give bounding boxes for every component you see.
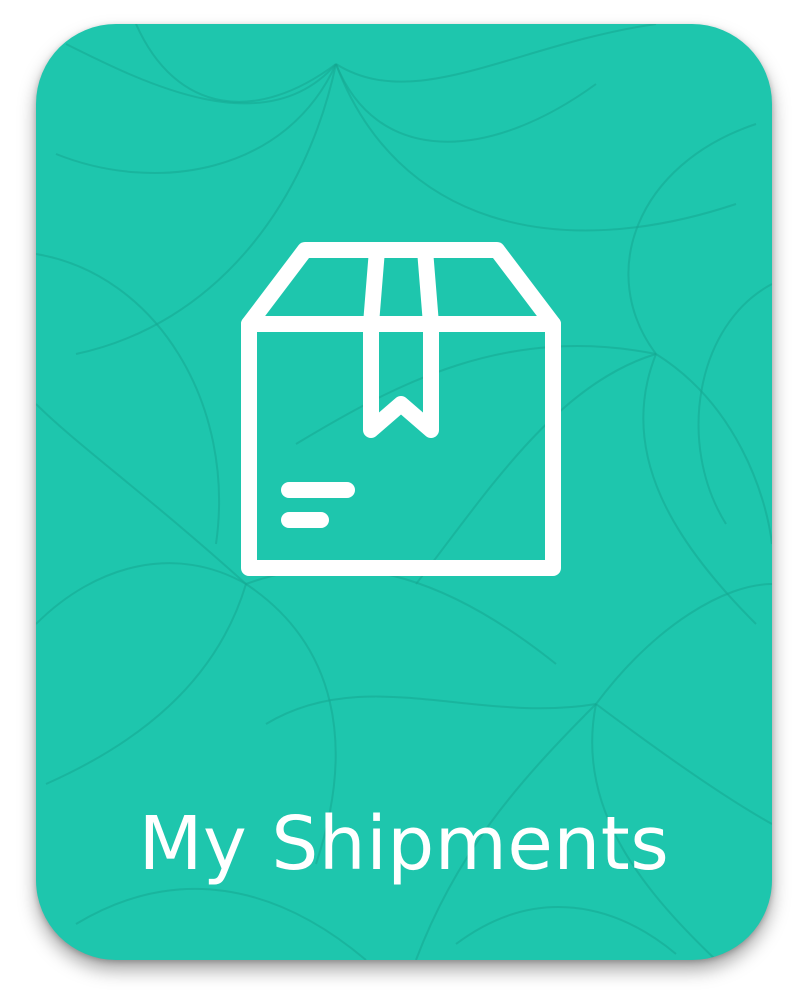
- my-shipments-tile[interactable]: My Shipments: [36, 24, 772, 960]
- tile-title: My Shipments: [138, 801, 670, 887]
- package-box-icon: [241, 242, 561, 576]
